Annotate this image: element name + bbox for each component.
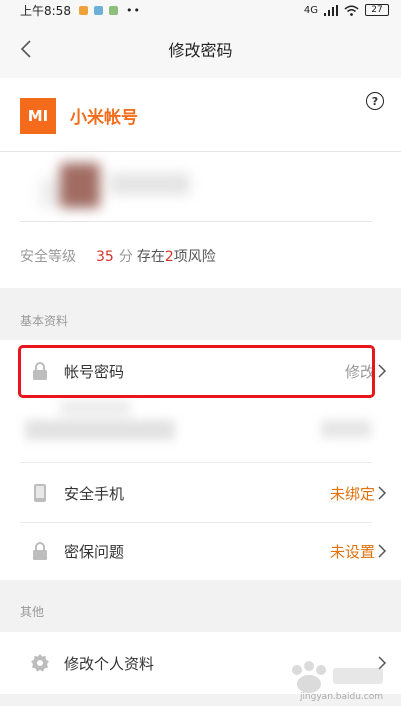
list-item-value: 未设置 (329, 543, 375, 561)
list-item-label: 修改个人资料 (64, 655, 155, 673)
risk-prefix: 存在 (136, 249, 165, 265)
page-title: 修改密码 (168, 41, 233, 60)
lock-icon (33, 542, 47, 560)
mi-logo-text: MI (27, 107, 49, 125)
status-bar: 上午8:58 •• 4G 27 (0, 0, 401, 20)
chevron-right-icon (378, 486, 387, 500)
redacted-row (0, 400, 401, 460)
avatar-redacted (40, 158, 230, 218)
message-notification-icon (93, 5, 103, 15)
security-score-unit: 分 (118, 249, 133, 265)
section-label-other: 其他 (20, 605, 45, 619)
watermark-text: jingyan.baidu.com (299, 692, 383, 702)
mi-logo: MI (20, 98, 56, 134)
navigation-bar: 修改密码 (0, 20, 401, 78)
chevron-right-icon (378, 544, 387, 558)
basic-info-list: 帐号密码 修改 安全手机 未绑定 密保问题 未设置 (0, 340, 401, 580)
list-item-value: 未绑定 (329, 485, 375, 503)
status-time: 上午8:58 (20, 3, 71, 18)
notification-icons (78, 5, 118, 15)
app-notification-icon (78, 5, 88, 15)
chevron-left-icon (21, 40, 31, 58)
help-icon: ? (371, 94, 379, 108)
security-level-label: 安全等级 (20, 249, 76, 265)
wechat-notification-icon (108, 5, 118, 15)
wifi-icon (344, 5, 359, 16)
battery-icon: 27 (365, 4, 389, 16)
signal-icon (324, 4, 338, 16)
security-level-row: 安全等级 35 分 存在2项风险 (20, 246, 216, 266)
divider (20, 221, 372, 222)
back-button[interactable] (14, 36, 38, 62)
security-score: 35 (96, 249, 114, 265)
list-item-account-password[interactable]: 帐号密码 修改 (0, 342, 401, 400)
section-label-basic: 基本资料 (20, 314, 69, 328)
risk-suffix: 项风险 (173, 249, 216, 265)
status-right: 4G 27 (304, 4, 389, 16)
account-card: MI 小米帐号 ? 安全等级 35 分 存在2项风险 (0, 78, 401, 288)
phone-icon (34, 484, 46, 502)
settings-gear-icon (31, 654, 49, 672)
lock-icon (33, 362, 47, 380)
list-item-label: 安全手机 (64, 485, 125, 503)
divider (0, 151, 401, 152)
network-label: 4G (303, 4, 318, 16)
list-item-value: 修改 (344, 363, 375, 381)
more-notifications-icon: •• (125, 3, 141, 17)
divider (20, 462, 372, 463)
risk-count: 2 (164, 249, 174, 265)
list-item-security-phone[interactable]: 安全手机 未绑定 (0, 464, 401, 522)
account-title: 小米帐号 (70, 108, 138, 128)
help-button[interactable]: ? (366, 92, 384, 110)
list-item-security-question[interactable]: 密保问题 未设置 (0, 522, 401, 580)
chevron-right-icon (378, 364, 387, 378)
list-item-label: 帐号密码 (64, 363, 125, 381)
list-item-label: 密保问题 (64, 543, 125, 561)
security-risk-text: 存在2项风险 (137, 246, 216, 266)
